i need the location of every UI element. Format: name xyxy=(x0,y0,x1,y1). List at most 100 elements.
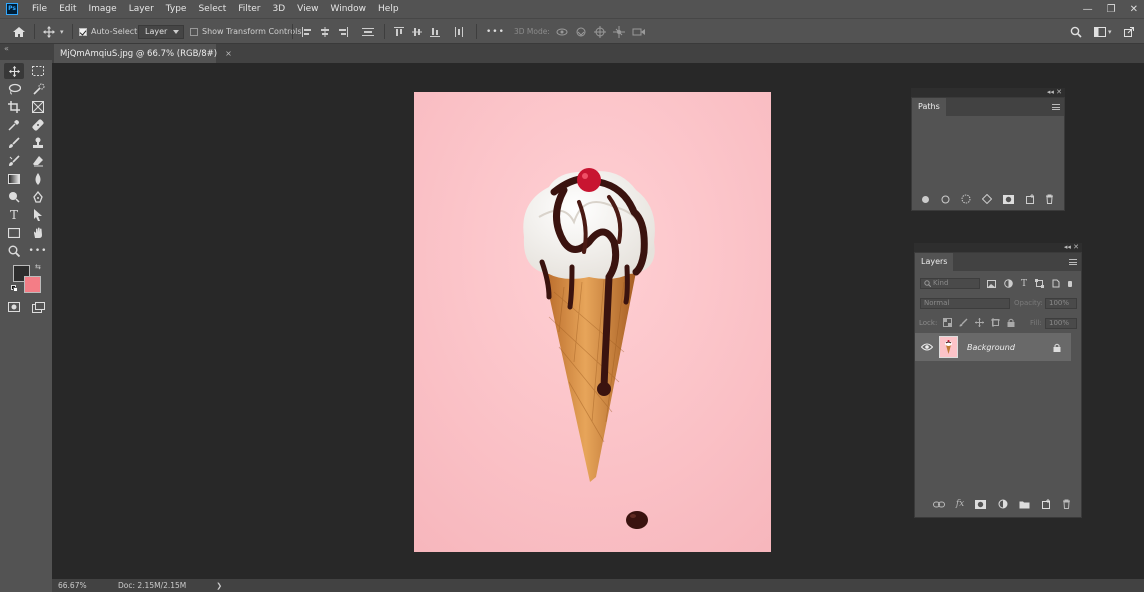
fill-path-icon[interactable] xyxy=(921,195,930,204)
align-right-icon[interactable] xyxy=(338,26,348,37)
restore-button[interactable]: ❐ xyxy=(1107,4,1116,15)
swap-colors-icon[interactable]: ⇆ xyxy=(35,263,41,271)
collapse-toolbar-icon[interactable]: « xyxy=(4,44,9,53)
fill-field[interactable]: 100% xyxy=(1045,318,1077,329)
panel-menu-icon[interactable] xyxy=(1069,259,1077,265)
pen-tool[interactable] xyxy=(28,189,48,205)
hand-tool[interactable] xyxy=(28,225,48,241)
stroke-path-icon[interactable] xyxy=(941,195,950,204)
lock-transparency-icon[interactable] xyxy=(943,318,952,327)
move-tool[interactable] xyxy=(4,63,24,79)
menu-window[interactable]: Window xyxy=(325,0,373,18)
menu-view[interactable]: View xyxy=(291,0,324,18)
blend-mode-select[interactable]: Normal xyxy=(920,298,1010,309)
photoshop-logo[interactable]: Ps xyxy=(6,3,18,15)
status-menu-arrow[interactable]: ❯ xyxy=(216,582,222,590)
align-middle-icon[interactable] xyxy=(412,27,422,37)
crop-tool[interactable] xyxy=(4,99,24,115)
align-top-icon[interactable] xyxy=(394,26,404,37)
type-tool[interactable]: T xyxy=(4,207,24,223)
rectangle-tool[interactable] xyxy=(4,225,24,241)
layer-name[interactable]: Background xyxy=(967,343,1053,352)
share-icon[interactable] xyxy=(1123,26,1134,37)
scale-3d-icon[interactable] xyxy=(632,27,646,37)
load-selection-icon[interactable] xyxy=(961,194,971,204)
align-center-icon[interactable] xyxy=(320,26,330,37)
filter-toggle-icon[interactable] xyxy=(1068,280,1073,287)
brush-tool[interactable] xyxy=(4,135,24,151)
menu-help[interactable]: Help xyxy=(372,0,405,18)
clone-stamp-tool[interactable] xyxy=(28,135,48,151)
quick-mask-button[interactable] xyxy=(4,299,24,315)
group-icon[interactable] xyxy=(1019,500,1030,509)
workspace-switcher[interactable]: ▾ xyxy=(1094,26,1112,37)
new-layer-icon[interactable] xyxy=(1041,499,1051,509)
menu-edit[interactable]: Edit xyxy=(53,0,82,18)
paths-tab[interactable]: Paths xyxy=(912,98,946,116)
more-options-button[interactable]: ••• xyxy=(486,19,505,44)
auto-select-target[interactable]: Layer xyxy=(138,19,185,44)
layers-panel-controls[interactable]: ◂◂ ✕ xyxy=(914,243,1082,252)
delete-path-icon[interactable] xyxy=(1045,194,1054,204)
zoom-level[interactable]: 66.67% xyxy=(58,581,114,590)
add-layer-mask-icon[interactable] xyxy=(975,499,987,509)
paths-panel-controls[interactable]: ◂◂ ✕ xyxy=(911,88,1065,97)
screen-mode-button[interactable] xyxy=(28,299,48,315)
lock-artboard-icon[interactable] xyxy=(991,318,1000,327)
new-path-icon[interactable] xyxy=(1025,194,1035,204)
filter-pixel-icon[interactable] xyxy=(987,279,996,288)
move-tool-preset[interactable]: ▾ xyxy=(42,19,64,44)
document-canvas[interactable] xyxy=(414,92,771,552)
align-left-icon[interactable] xyxy=(302,26,312,37)
history-brush-tool[interactable] xyxy=(4,153,24,169)
menu-filter[interactable]: Filter xyxy=(232,0,266,18)
lock-position-icon[interactable] xyxy=(975,318,984,327)
close-button[interactable]: ✕ xyxy=(1130,4,1138,15)
dodge-tool[interactable] xyxy=(4,189,24,205)
default-colors-icon[interactable] xyxy=(11,285,18,292)
menu-type[interactable]: Type xyxy=(160,0,193,18)
make-work-path-icon[interactable] xyxy=(981,194,992,204)
distribute-horizontal-icon[interactable] xyxy=(454,26,464,37)
auto-select-target-select[interactable]: Layer xyxy=(138,24,185,39)
adjustment-layer-icon[interactable] xyxy=(998,499,1008,509)
filter-smart-object-icon[interactable] xyxy=(1052,279,1060,288)
close-document-button[interactable]: × xyxy=(225,49,232,58)
pan-3d-icon[interactable] xyxy=(594,25,606,38)
opacity-field[interactable]: 100% xyxy=(1045,298,1077,309)
layers-tab[interactable]: Layers xyxy=(915,253,954,271)
panel-menu-icon[interactable] xyxy=(1052,104,1060,110)
minimize-button[interactable]: — xyxy=(1083,4,1093,15)
fx-icon[interactable]: fx xyxy=(956,499,964,509)
path-selection-tool[interactable] xyxy=(28,207,48,223)
search-icon[interactable] xyxy=(1070,26,1082,38)
distribute-icon[interactable] xyxy=(362,27,374,37)
edit-toolbar-button[interactable]: ••• xyxy=(28,243,48,259)
zoom-tool[interactable] xyxy=(4,243,24,259)
home-button[interactable] xyxy=(12,19,26,44)
eyedropper-tool[interactable] xyxy=(4,117,24,133)
quick-selection-tool[interactable] xyxy=(28,81,48,97)
show-transform-option[interactable]: Show Transform Controls xyxy=(190,19,302,44)
add-mask-icon[interactable] xyxy=(1002,194,1014,204)
frame-tool[interactable] xyxy=(28,99,48,115)
menu-file[interactable]: File xyxy=(26,0,53,18)
layer-filter-kind[interactable]: Kind xyxy=(920,278,980,289)
rectangular-marquee-tool[interactable] xyxy=(28,63,48,79)
align-bottom-icon[interactable] xyxy=(430,27,440,37)
background-color-swatch[interactable] xyxy=(24,276,41,293)
filter-adjustment-icon[interactable] xyxy=(1004,279,1013,288)
gradient-tool[interactable] xyxy=(4,171,24,187)
lock-all-icon[interactable] xyxy=(1007,318,1015,327)
menu-image[interactable]: Image xyxy=(83,0,123,18)
auto-select-option[interactable]: Auto-Select: xyxy=(79,19,140,44)
lock-pixels-icon[interactable] xyxy=(959,318,968,327)
layer-row-background[interactable]: Background xyxy=(915,333,1071,361)
slide-3d-icon[interactable] xyxy=(613,25,625,38)
roll-3d-icon[interactable] xyxy=(575,27,587,37)
auto-select-checkbox[interactable] xyxy=(79,27,87,36)
document-tab[interactable]: MjQmAmqiuS.jpg @ 66.7% (RGB/8#) × xyxy=(54,44,232,63)
lasso-tool[interactable] xyxy=(4,81,24,97)
menu-3d[interactable]: 3D xyxy=(267,0,292,18)
eraser-tool[interactable] xyxy=(28,153,48,169)
